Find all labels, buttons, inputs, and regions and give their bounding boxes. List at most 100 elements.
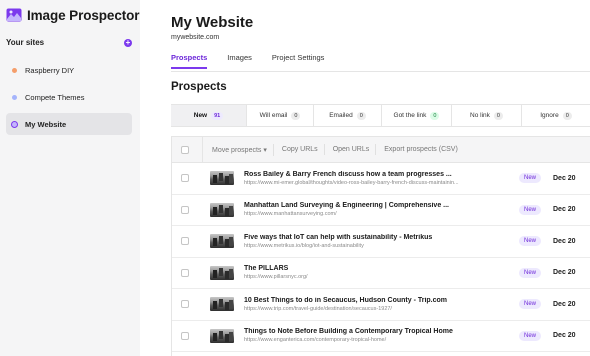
thumbnail-image[interactable]	[210, 171, 234, 186]
prospect-url[interactable]: https://www.trip.com/travel-guide/destin…	[244, 306, 514, 312]
prospect-url[interactable]: https://www.manhattansurveying.com/	[244, 211, 514, 217]
section-title: Prospects	[171, 81, 227, 93]
prospect-date: Dec 20	[553, 269, 576, 277]
status-count: 0	[291, 111, 301, 120]
status-tab-label: Emailed	[329, 112, 353, 119]
tab-project-settings[interactable]: Project Settings	[272, 53, 325, 69]
row-checkbox-cell	[172, 237, 202, 246]
status-count: 0	[562, 111, 572, 120]
thumbnail-image[interactable]	[210, 202, 234, 217]
prospect-title[interactable]: Five ways that IoT can help with sustain…	[244, 234, 514, 241]
table-row: Things to Note Before Building a Contemp…	[172, 321, 590, 352]
status-tab-no-link[interactable]: No link 0	[452, 105, 522, 126]
site-url[interactable]: mywebsite.com	[171, 34, 219, 41]
row-checkbox-cell	[172, 300, 202, 309]
site-dot-icon	[11, 120, 18, 128]
table-row: Ross Bailey & Barry French discuss how a…	[172, 163, 590, 195]
prospect-title[interactable]: Manhattan Land Surveying & Engineering |…	[244, 202, 514, 209]
site-dot-icon	[12, 94, 17, 100]
prospect-title[interactable]: The PILLARS	[244, 265, 514, 272]
status-count: 0	[493, 111, 503, 120]
brand[interactable]: Image Prospector	[6, 7, 140, 23]
select-all-checkbox[interactable]	[181, 145, 189, 154]
sites-header: Your sites +	[6, 38, 132, 47]
row-checkbox[interactable]	[181, 300, 189, 309]
row-checkbox[interactable]	[181, 205, 189, 214]
table-toolbar: Move prospects ▾ Copy URLs Open URLs Exp…	[172, 136, 590, 163]
status-tab-emailed[interactable]: Emailed 0	[314, 105, 382, 126]
prospect-info: Five ways that IoT can help with sustain…	[244, 234, 514, 249]
status-tab-label: New	[193, 112, 208, 119]
prospects-table: Move prospects ▾ Copy URLs Open URLs Exp…	[171, 136, 590, 356]
sidebar: Image Prospector Your sites + Raspberry …	[0, 0, 140, 356]
status-filter-bar: New 91 Will email 0 Emailed 0 Got the li…	[171, 104, 590, 127]
status-count: 0	[430, 111, 440, 120]
thumbnail-image[interactable]	[210, 297, 234, 312]
status-badge: New	[519, 236, 541, 247]
status-tab-label: No link	[470, 112, 490, 119]
page-tabs: Prospects Images Project Settings	[171, 53, 344, 69]
status-tab-got-the-link[interactable]: Got the link 0	[382, 105, 452, 126]
sidebar-item-compete-themes[interactable]: Compete Themes	[6, 86, 132, 108]
table-row: Manhattan Land Surveying & Engineering |…	[172, 195, 590, 226]
brand-name: Image Prospector	[27, 7, 140, 23]
prospect-title[interactable]: 10 Best Things to do in Secaucus, Hudson…	[244, 297, 514, 304]
prospect-url[interactable]: https://www.mi-emer.global/thoughts/vide…	[244, 180, 514, 186]
prospect-info: The PILLARS https://www.pillarsnyc.org/	[244, 265, 514, 280]
sidebar-item-raspberry-diy[interactable]: Raspberry DIY	[6, 59, 132, 81]
prospect-title[interactable]: Things to Note Before Building a Contemp…	[244, 328, 514, 335]
row-checkbox-cell	[172, 331, 202, 340]
thumbnail-image[interactable]	[210, 265, 234, 280]
tab-images[interactable]: Images	[227, 53, 252, 69]
prospect-title[interactable]: Ross Bailey & Barry French discuss how a…	[244, 171, 514, 178]
prospect-info: Ross Bailey & Barry French discuss how a…	[244, 171, 514, 186]
status-tab-label: Got the link	[393, 112, 427, 119]
prospect-date: Dec 20	[553, 300, 576, 308]
table-row: Five ways that IoT can help with sustain…	[172, 226, 590, 258]
status-badge: New	[519, 204, 541, 215]
status-tab-new[interactable]: New 91	[171, 105, 247, 126]
thumbnail-image[interactable]	[210, 328, 234, 343]
main-content: My Website mywebsite.com Prospects Image…	[140, 0, 590, 356]
prospect-info: Things to Note Before Building a Contemp…	[244, 328, 514, 343]
row-checkbox[interactable]	[181, 268, 189, 277]
row-checkbox[interactable]	[181, 237, 189, 246]
sidebar-item-label: Raspberry DIY	[25, 65, 75, 75]
prospect-url[interactable]: https://www.enganterica.com/contemporary…	[244, 337, 514, 343]
prospect-date: Dec 20	[553, 174, 576, 182]
status-tab-label: Ignore	[540, 112, 559, 119]
row-checkbox[interactable]	[181, 174, 189, 183]
copy-urls-button[interactable]: Copy URLs	[279, 144, 325, 155]
add-site-icon[interactable]: +	[124, 38, 132, 47]
prospect-date: Dec 20	[553, 237, 576, 245]
sidebar-item-my-website[interactable]: My Website	[6, 113, 132, 135]
row-checkbox-cell	[172, 205, 202, 214]
select-all-cell	[172, 145, 202, 154]
status-count: 0	[356, 111, 366, 120]
prospect-url[interactable]: https://www.metrikus.io/blog/iot-and-sus…	[244, 243, 514, 249]
prospect-url[interactable]: https://www.pillarsnyc.org/	[244, 274, 514, 280]
export-prospects-button[interactable]: Export prospects (CSV)	[381, 144, 464, 155]
page-title: My Website	[171, 14, 254, 31]
sidebar-item-label: Compete Themes	[25, 92, 85, 102]
move-prospects-label: Move prospects	[212, 146, 262, 154]
site-dot-icon	[12, 67, 17, 73]
table-row: 10 Best Things to do in Secaucus, Hudson…	[172, 289, 590, 321]
move-prospects-button[interactable]: Move prospects ▾	[209, 143, 274, 156]
tab-prospects[interactable]: Prospects	[171, 53, 208, 69]
open-urls-button[interactable]: Open URLs	[330, 144, 377, 155]
image-prospector-logo-icon	[6, 8, 22, 22]
status-tab-will-email[interactable]: Will email 0	[247, 105, 314, 126]
row-checkbox-cell	[172, 174, 202, 183]
status-badge: New	[519, 330, 541, 341]
row-checkbox[interactable]	[181, 331, 189, 340]
prospect-date: Dec 20	[553, 332, 576, 340]
status-tab-ignore[interactable]: Ignore 0	[522, 105, 590, 126]
status-badge: New	[519, 299, 541, 310]
sidebar-item-label: My Website	[25, 119, 67, 129]
status-badge: New	[519, 267, 541, 278]
chevron-down-icon: ▾	[263, 146, 267, 154]
sites-title: Your sites	[6, 38, 45, 47]
prospect-date: Dec 20	[553, 206, 576, 214]
thumbnail-image[interactable]	[210, 234, 234, 249]
